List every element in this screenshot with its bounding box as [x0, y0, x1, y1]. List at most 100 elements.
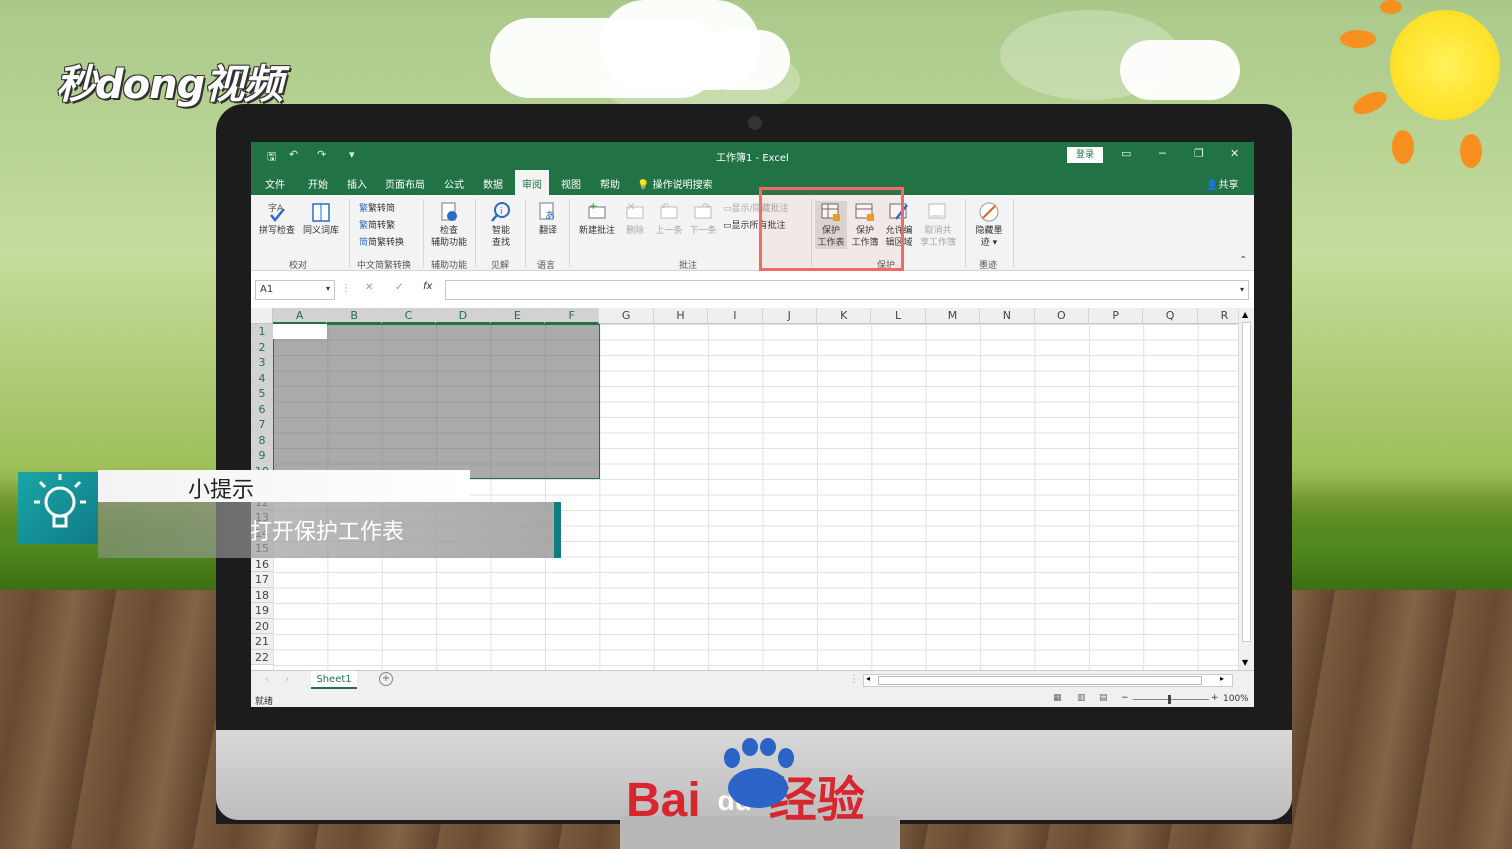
formula-input[interactable]: ▾ [445, 280, 1249, 300]
minimize-icon[interactable]: ─ [1159, 147, 1166, 160]
row-header[interactable]: 3 [251, 355, 273, 371]
redo-icon[interactable]: ↷ [317, 148, 326, 161]
h-scroll-thumb[interactable] [878, 676, 1202, 685]
previous-comment-button[interactable]: ↶ 上一条 [653, 201, 685, 237]
tab-help[interactable]: 帮助 [600, 176, 620, 191]
column-header[interactable]: B [327, 308, 382, 324]
check-accessibility-button[interactable]: 检查 辅助功能 [427, 201, 471, 249]
close-icon[interactable]: ✕ [1230, 147, 1239, 160]
sheet-tab-sheet1[interactable]: Sheet1 [311, 671, 357, 689]
row-header[interactable]: 9 [251, 448, 273, 464]
new-comment-button[interactable]: + 新建批注 [575, 201, 619, 237]
tab-home[interactable]: 开始 [308, 176, 328, 191]
column-header[interactable]: O [1034, 308, 1089, 324]
ribbon-display-options-icon[interactable]: ▭ [1121, 147, 1131, 160]
undo-icon[interactable]: ↶ [289, 148, 298, 161]
collapse-ribbon-icon[interactable]: ⌃ [1239, 255, 1247, 266]
row-header[interactable]: 6 [251, 401, 273, 417]
zoom-out-icon[interactable]: − [1121, 693, 1129, 703]
tab-page-layout[interactable]: 页面布局 [385, 176, 425, 191]
expand-formula-icon[interactable]: ▾ [1240, 285, 1244, 294]
spelling-button[interactable]: 字A 拼写检查 [257, 201, 297, 237]
row-header[interactable]: 4 [251, 370, 273, 386]
tab-formulas[interactable]: 公式 [444, 176, 464, 191]
tab-data[interactable]: 数据 [483, 176, 503, 191]
horizontal-scrollbar[interactable]: ◂ ▸ [863, 674, 1233, 687]
chinese-convert-button[interactable]: 简简繁转换 [359, 235, 404, 248]
smart-lookup-button[interactable]: i 智能 查找 [481, 201, 521, 249]
column-header[interactable]: K [817, 308, 872, 324]
simp-to-trad-button[interactable]: 繁简转繁 [359, 218, 395, 231]
webcam [748, 116, 762, 130]
column-header[interactable]: F [545, 308, 600, 324]
row-header[interactable]: 19 [251, 603, 273, 619]
selected-range[interactable] [273, 324, 600, 479]
row-header[interactable]: 1 [251, 324, 273, 340]
column-header[interactable]: C [381, 308, 437, 324]
insert-function-icon[interactable]: fx [423, 281, 432, 292]
row-header[interactable]: 8 [251, 432, 273, 448]
add-sheet-icon[interactable]: + [379, 672, 393, 686]
vertical-scrollbar[interactable]: ▲ ▼ [1238, 308, 1254, 674]
tab-insert[interactable]: 插入 [347, 176, 367, 191]
share-button[interactable]: 👤共享 [1206, 176, 1238, 191]
row-header[interactable]: 7 [251, 417, 273, 433]
tab-split-handle[interactable]: ⋮ [849, 674, 859, 685]
scroll-left-icon[interactable]: ◂ [866, 674, 870, 683]
save-icon[interactable]: 🖫 [267, 148, 276, 167]
zoom-slider-thumb[interactable] [1168, 695, 1171, 704]
delete-comment-button[interactable]: ✕ 删除 [621, 201, 649, 237]
row-header[interactable]: 5 [251, 386, 273, 402]
tell-me-search[interactable]: 💡 操作说明搜索 [637, 176, 713, 191]
hide-ink-button[interactable]: 隐藏墨 迹 ▾ [971, 201, 1007, 249]
restore-icon[interactable]: ❐ [1194, 147, 1204, 160]
row-header[interactable]: 18 [251, 587, 273, 603]
row-header[interactable]: 17 [251, 572, 273, 588]
column-header[interactable]: H [653, 308, 709, 324]
row-header[interactable]: 2 [251, 339, 273, 355]
next-comment-button[interactable]: ↷ 下一条 [687, 201, 719, 237]
customize-quick-access-icon[interactable]: ▾ [349, 148, 355, 161]
translate-button[interactable]: あ 翻译 [531, 201, 565, 237]
cancel-icon[interactable]: ✕ [365, 282, 373, 293]
column-header[interactable]: Q [1143, 308, 1198, 324]
name-box[interactable]: A1 ▾ [255, 280, 335, 300]
scroll-right-icon[interactable]: ▸ [1220, 674, 1224, 683]
next-sheet-icon[interactable]: › [285, 674, 289, 685]
active-cell-a1[interactable] [273, 324, 327, 339]
ribbon-separator [525, 199, 526, 267]
scroll-thumb[interactable] [1242, 322, 1251, 642]
enter-icon[interactable]: ✓ [395, 282, 403, 293]
column-header[interactable]: J [762, 308, 817, 324]
login-button[interactable]: 登录 [1067, 147, 1103, 163]
tab-file[interactable]: 文件 [265, 176, 285, 191]
row-header[interactable]: 21 [251, 634, 273, 650]
prev-sheet-icon[interactable]: ‹ [265, 674, 269, 685]
trad-to-simp-button[interactable]: 繁繁转简 [359, 201, 395, 214]
column-header[interactable]: A [273, 308, 328, 324]
row-header[interactable]: 16 [251, 556, 273, 572]
normal-view-icon[interactable]: ▦ [1053, 693, 1062, 703]
column-header[interactable]: L [871, 308, 926, 324]
row-header[interactable]: 22 [251, 649, 273, 665]
tab-view[interactable]: 视图 [561, 176, 581, 191]
scroll-down-icon[interactable]: ▼ [1242, 658, 1248, 667]
select-all-corner[interactable] [251, 308, 273, 324]
unshare-workbook-button[interactable]: 取消共 享工作簿 [917, 201, 959, 249]
column-header[interactable]: G [599, 308, 654, 324]
tab-review[interactable]: 审阅 [515, 170, 549, 198]
column-header[interactable]: P [1089, 308, 1144, 324]
page-break-view-icon[interactable]: ▤ [1099, 693, 1108, 703]
zoom-level[interactable]: 100% [1223, 694, 1249, 704]
column-header[interactable]: D [436, 308, 491, 324]
row-header[interactable]: 20 [251, 618, 273, 634]
column-header[interactable]: N [980, 308, 1035, 324]
column-header[interactable]: I [708, 308, 763, 324]
column-header[interactable]: M [925, 308, 981, 324]
page-layout-view-icon[interactable]: ▥ [1077, 693, 1086, 703]
zoom-in-icon[interactable]: + [1211, 693, 1219, 703]
thesaurus-button[interactable]: 同义词库 [301, 201, 341, 237]
scroll-up-icon[interactable]: ▲ [1242, 310, 1248, 319]
zoom-slider[interactable] [1133, 699, 1209, 700]
column-header[interactable]: E [490, 308, 545, 324]
